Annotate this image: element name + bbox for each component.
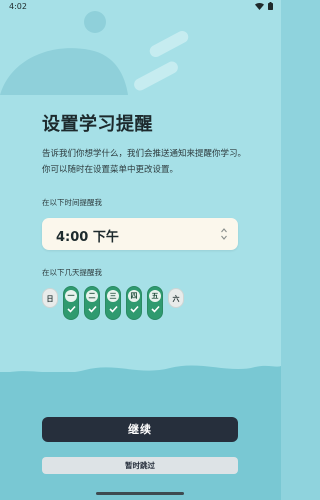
- day-toggle-wednesday[interactable]: 三: [105, 286, 121, 320]
- check-icon: [150, 305, 160, 313]
- day-toggle-thursday[interactable]: 四: [126, 286, 142, 320]
- time-picker[interactable]: 4:00 下午: [42, 218, 238, 250]
- time-value: 4:00 下午: [56, 230, 119, 245]
- skip-button[interactable]: 暂时跳过: [42, 457, 238, 474]
- day-label: 六: [172, 295, 180, 303]
- day-toggle-saturday[interactable]: 六: [168, 288, 184, 308]
- battery-icon: [268, 2, 273, 10]
- page-title: 设置学习提醒: [42, 114, 153, 135]
- day-label: 一: [65, 290, 77, 302]
- chevron-up-down-icon: [221, 228, 227, 240]
- day-toggle-tuesday[interactable]: 二: [84, 286, 100, 320]
- status-time: 4:02: [9, 2, 27, 11]
- day-label: 三: [107, 290, 119, 302]
- gesture-nav-bar[interactable]: [96, 492, 184, 495]
- wifi-icon: [255, 2, 264, 10]
- page-description: 告诉我们你想学什么，我们会推送通知来提醒你学习。你可以随时在设置菜单中更改设置。: [42, 149, 247, 175]
- check-icon: [129, 305, 139, 313]
- day-label: 五: [149, 290, 161, 302]
- background-decoration: [0, 11, 189, 95]
- check-icon: [108, 305, 118, 313]
- day-toggle-monday[interactable]: 一: [63, 286, 79, 320]
- continue-button[interactable]: 继续: [42, 417, 238, 442]
- check-icon: [87, 305, 97, 313]
- day-label: 二: [86, 290, 98, 302]
- day-label: 四: [128, 290, 140, 302]
- check-icon: [66, 305, 76, 313]
- days-selector: 日 一 二 三 四 五 六: [42, 286, 242, 322]
- day-toggle-friday[interactable]: 五: [147, 286, 163, 320]
- day-toggle-sunday[interactable]: 日: [42, 288, 58, 308]
- days-section-label: 在以下几天提醒我: [42, 268, 102, 277]
- time-section-label: 在以下时间提醒我: [42, 198, 102, 207]
- day-label: 日: [46, 295, 54, 303]
- status-bar: 4:02: [0, 0, 281, 14]
